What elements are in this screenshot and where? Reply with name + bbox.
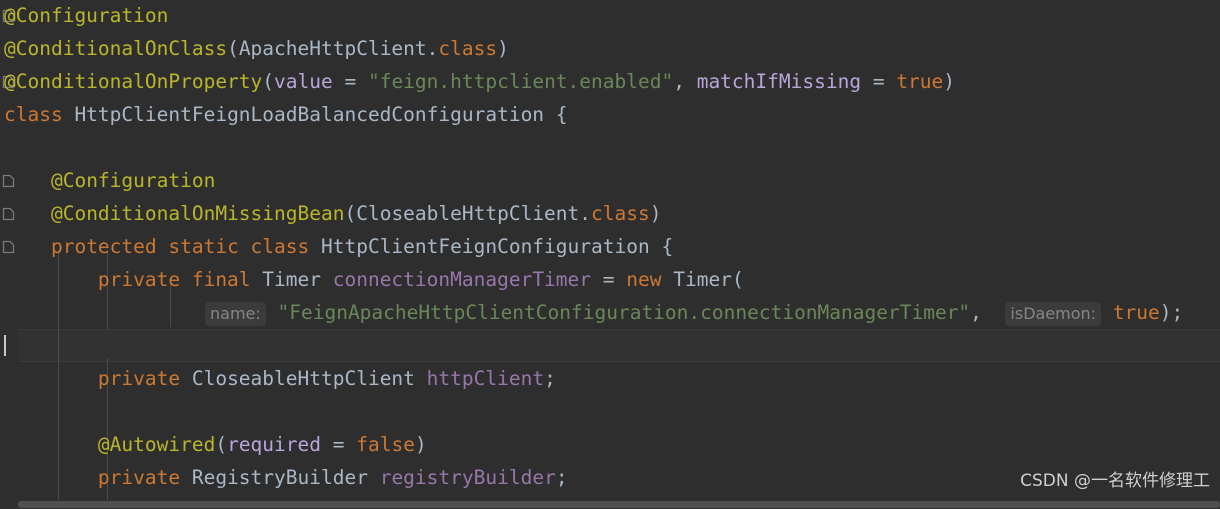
code-token-param: value xyxy=(274,70,333,93)
code-token-punc: ( xyxy=(215,433,228,456)
code-token-punc: ; xyxy=(544,367,556,390)
code-token-type: CloseableHttpClient. xyxy=(356,202,592,225)
code-token-str: "FeignApacheHttpClientConfiguration.conn… xyxy=(265,301,971,324)
code-token-kw: class xyxy=(4,103,63,126)
code-token-ann: @Autowired xyxy=(97,433,216,456)
code-token-str: "feign.httpclient.enabled" xyxy=(367,70,674,93)
code-token-type: ApacheHttpClient. xyxy=(238,37,439,60)
code-token-field: httpClient xyxy=(426,367,545,390)
code-token-param: required xyxy=(227,433,321,456)
code-token-punc: = xyxy=(332,70,368,93)
code-token-punc: ) xyxy=(497,37,509,60)
code-token-kw: true xyxy=(896,70,944,93)
text-caret xyxy=(4,335,6,356)
code-token-type: CloseableHttpClient xyxy=(180,367,427,390)
inlay-parameter-hint: name: xyxy=(205,302,266,326)
code-token-ann: @ConditionalOnMissingBean xyxy=(50,202,345,225)
code-token-kw: class xyxy=(438,37,498,60)
code-token-punc: ) xyxy=(649,202,662,225)
code-token-punc: ) xyxy=(943,70,956,93)
horizontal-scrollbar-thumb[interactable] xyxy=(18,501,1220,508)
code-token-field: connectionManagerTimer xyxy=(332,268,592,291)
code-token-ann: @Configuration xyxy=(50,169,216,192)
code-token-ann: @ConditionalOnClass xyxy=(4,37,228,60)
code-token-field: registryBuilder xyxy=(379,466,556,489)
code-token-kw: private xyxy=(97,466,181,489)
code-token-punc: = xyxy=(321,433,357,456)
code-token-punc: ) xyxy=(1159,301,1172,324)
code-token-punc: = xyxy=(861,70,897,93)
code-token-punc: ) xyxy=(414,433,427,456)
code-editor[interactable]: @Configuration @ConditionalOnClass(Apache… xyxy=(0,0,1220,509)
code-token-param: matchIfMissing xyxy=(696,70,862,93)
inlay-parameter-hint: isDaemon: xyxy=(1005,302,1102,326)
code-token-punc: ( xyxy=(344,202,357,225)
code-token-type: HttpClientFeignConfiguration xyxy=(309,235,662,258)
code-token-kw: protected static class xyxy=(50,235,310,258)
code-token-kw: false xyxy=(356,433,415,456)
code-token-kw: new xyxy=(626,268,662,291)
code-token-punc: = xyxy=(591,268,627,291)
code-token-type: Timer xyxy=(250,268,333,291)
current-line-highlight xyxy=(0,329,1220,362)
code-token-ann: @Configuration xyxy=(4,4,169,27)
code-token-kw: true xyxy=(1112,301,1160,324)
code-token-punc: , xyxy=(673,70,697,93)
code-token-type: RegistryBuilder xyxy=(180,466,380,489)
code-token-ann: @ConditionalOnProperty xyxy=(4,70,263,93)
code-token-punc: ( xyxy=(227,37,239,60)
code-token-punc: ; xyxy=(1171,301,1184,324)
horizontal-scrollbar-track[interactable] xyxy=(0,500,1220,509)
code-token-kw: class xyxy=(591,202,650,225)
code-token-punc: ( xyxy=(731,268,744,291)
code-token-punc: { xyxy=(661,235,674,258)
code-token-type: HttpClientFeignLoadBalancedConfiguration xyxy=(62,103,556,126)
code-token-kw: private xyxy=(97,367,181,390)
csdn-watermark: CSDN @一名软件修理工 xyxy=(1020,471,1210,491)
code-token-type: Timer xyxy=(661,268,732,291)
code-token-punc: { xyxy=(555,103,568,126)
code-token-punc: ( xyxy=(262,70,275,93)
code-token-kw: private final xyxy=(97,268,251,291)
code-token-punc: ; xyxy=(555,466,568,489)
code-token-punc: , xyxy=(970,301,982,324)
